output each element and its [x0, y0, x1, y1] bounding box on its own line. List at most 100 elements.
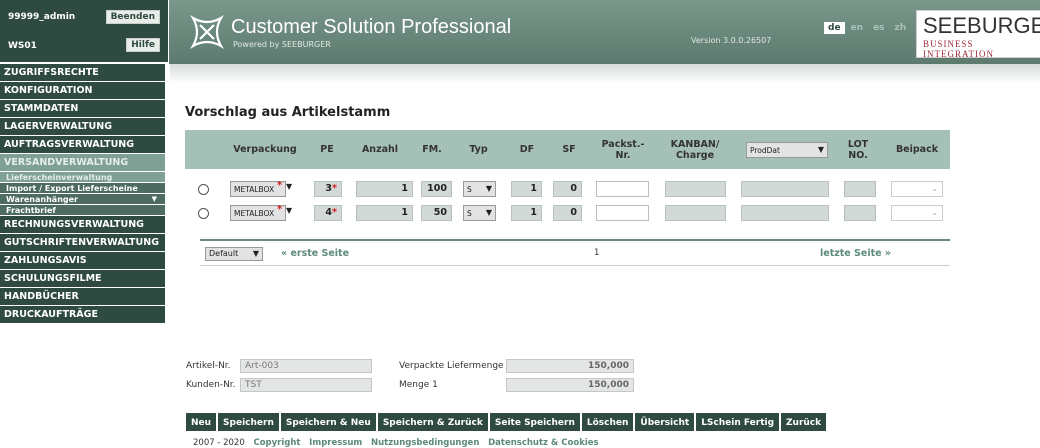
- nav-gutschriftenverwaltung[interactable]: GUTSCHRIFTENVERWALTUNG: [0, 234, 165, 252]
- first-page-link[interactable]: « erste Seite: [281, 248, 349, 259]
- typ-select[interactable]: S ▼: [463, 181, 496, 197]
- pagination-bar: Default ▼ « erste Seite 1 letzte Seite »: [200, 239, 950, 266]
- col-fm: FM.: [422, 144, 442, 155]
- footer-privacy-link[interactable]: Datenschutz & Cookies: [488, 438, 599, 448]
- logout-button[interactable]: Beenden: [105, 10, 160, 24]
- proddat-field[interactable]: [741, 205, 829, 221]
- verpackung-value: METALBOX: [234, 209, 275, 218]
- col-kanban-charge: KANBAN/ Charge: [670, 138, 720, 161]
- typ-select[interactable]: S ▼: [463, 205, 496, 221]
- language-switcher: de en es zh: [824, 22, 910, 34]
- footer-copyright-link[interactable]: Copyright: [253, 438, 300, 448]
- current-page: 1: [594, 248, 600, 258]
- anzahl-field[interactable]: 1: [356, 181, 413, 197]
- footer-terms-link[interactable]: Nutzungsbedingungen: [371, 438, 479, 448]
- row-radio[interactable]: [198, 184, 209, 195]
- nav-handbuecher[interactable]: HANDBÜCHER: [0, 288, 165, 306]
- footer-years: 2007 - 2020: [193, 438, 245, 448]
- fm-field[interactable]: 50: [421, 205, 452, 221]
- lschein-fertig-button[interactable]: LSchein Fertig: [696, 413, 780, 431]
- page-title: Vorschlag aus Artikelstamm: [185, 105, 391, 120]
- footer-impressum-link[interactable]: Impressum: [309, 438, 362, 448]
- app-header: Customer Solution Professional Powered b…: [168, 0, 1040, 64]
- content-shade: [170, 64, 1040, 84]
- chevron-down-icon: ▼: [151, 195, 157, 203]
- lang-zh[interactable]: zh: [891, 22, 911, 34]
- user-panel: 99999_admin WS01 Beenden Hilfe: [0, 0, 168, 64]
- footer: 2007 - 2020 Copyright Impressum Nutzungs…: [193, 438, 599, 448]
- kunden-nr-field: TST: [240, 378, 372, 392]
- back-button[interactable]: Zurück: [781, 413, 827, 431]
- col-df: DF: [519, 144, 535, 155]
- sidebar-nav: ZUGRIFFSRECHTE KONFIGURATION STAMMDATEN …: [0, 64, 165, 324]
- col-lot-no: LOT NO.: [847, 138, 869, 161]
- new-button[interactable]: Neu: [186, 413, 217, 431]
- subnav-frachtbrief[interactable]: Frachtbrief: [0, 205, 165, 216]
- df-field[interactable]: 1: [511, 181, 542, 197]
- nav-zugriffsrechte[interactable]: ZUGRIFFSRECHTE: [0, 64, 165, 82]
- view-select-value: Default: [209, 249, 239, 258]
- save-page-button[interactable]: Seite Speichern: [489, 413, 580, 431]
- pe-field[interactable]: 4*: [314, 205, 342, 221]
- typ-value: S: [467, 209, 472, 218]
- delete-button[interactable]: Löschen: [581, 413, 634, 431]
- version-label: Version 3.0.0.26507: [691, 36, 772, 45]
- beipack-select[interactable]: ⌄: [891, 181, 943, 197]
- proddat-field[interactable]: [741, 181, 829, 197]
- view-select[interactable]: Default ▼: [205, 247, 263, 261]
- nav-druckauftraege[interactable]: DRUCKAUFTRÄGE: [0, 306, 165, 324]
- sf-field[interactable]: 0: [553, 205, 582, 221]
- nav-rechnungsverwaltung[interactable]: RECHNUNGSVERWALTUNG: [0, 216, 165, 234]
- last-page-link[interactable]: letzte Seite »: [820, 248, 891, 259]
- lot-no-field[interactable]: [844, 205, 876, 221]
- chevron-down-icon: ▼: [485, 208, 492, 217]
- lot-no-field[interactable]: [844, 181, 876, 197]
- save-back-button[interactable]: Speichern & Zurück: [377, 413, 488, 431]
- nav-auftragsverwaltung[interactable]: AUFTRAGSVERWALTUNG: [0, 136, 165, 154]
- save-new-button[interactable]: Speichern & Neu: [280, 413, 376, 431]
- kanban-charge-field[interactable]: [665, 181, 726, 197]
- help-button[interactable]: Hilfe: [126, 38, 160, 52]
- sf-field[interactable]: 0: [553, 181, 582, 197]
- proddat-select[interactable]: ProdDat ▼: [746, 141, 828, 158]
- subnav-lieferscheinverwaltung[interactable]: Lieferscheinverwaltung: [0, 172, 165, 183]
- verpackte-liefermenge-label: Verpackte Liefermenge: [399, 361, 504, 371]
- chevron-down-icon: ▼: [485, 184, 492, 193]
- col-proddat: ProdDat ▼: [743, 130, 831, 169]
- subnav-warenanhaenger[interactable]: Warenanhänger ▼: [0, 194, 165, 205]
- packaging-table: Verpackung PE Anzahl FM. Typ DF SF Packs…: [185, 130, 950, 225]
- lang-de[interactable]: de: [824, 22, 845, 34]
- nav-zahlungsavis[interactable]: ZAHLUNGSAVIS: [0, 252, 165, 270]
- nav-stammdaten[interactable]: STAMMDATEN: [0, 100, 165, 118]
- proddat-select-value: ProdDat: [750, 145, 780, 155]
- packst-nr-input[interactable]: [596, 181, 649, 197]
- row-radio[interactable]: [198, 208, 209, 219]
- chevron-down-icon: ⌄: [931, 208, 938, 217]
- lang-es[interactable]: es: [869, 22, 888, 34]
- lang-en[interactable]: en: [847, 22, 868, 34]
- save-button[interactable]: Speichern: [218, 413, 279, 431]
- table-row: METALBOX * ▼ 4* 1 50 S ▼ 1 0 ⌄: [185, 201, 950, 225]
- subnav-warenanhaenger-label: Warenanhänger: [6, 195, 78, 204]
- nav-lagerverwaltung[interactable]: LAGERVERWALTUNG: [0, 118, 165, 136]
- brand-sub: BUSINESS INTEGRATION: [923, 39, 994, 58]
- verpackung-value: METALBOX: [234, 185, 275, 194]
- beipack-select[interactable]: ⌄: [891, 205, 943, 221]
- df-field[interactable]: 1: [511, 205, 542, 221]
- kanban-charge-field[interactable]: [665, 205, 726, 221]
- subnav-import-export[interactable]: Import / Export Lieferscheine: [0, 183, 165, 194]
- anzahl-field[interactable]: 1: [356, 205, 413, 221]
- fm-field[interactable]: 100: [421, 181, 452, 197]
- nav-schulungsfilme[interactable]: SCHULUNGSFILME: [0, 270, 165, 288]
- artikel-nr-label: Artikel-Nr.: [186, 361, 231, 371]
- packst-nr-input[interactable]: [596, 205, 649, 221]
- menge1-field: 150,000: [506, 378, 634, 392]
- overview-button[interactable]: Übersicht: [635, 413, 695, 431]
- pe-field[interactable]: 3*: [314, 181, 342, 197]
- table-row: METALBOX * ▼ 3* 1 100 S ▼ 1 0 ⌄: [185, 177, 950, 201]
- required-marker: *: [277, 204, 283, 215]
- artikel-nr-field: Art-003: [240, 359, 372, 373]
- nav-versandverwaltung[interactable]: VERSANDVERWALTUNG: [0, 154, 165, 172]
- nav-konfiguration[interactable]: KONFIGURATION: [0, 82, 165, 100]
- client-id: WS01: [8, 41, 37, 51]
